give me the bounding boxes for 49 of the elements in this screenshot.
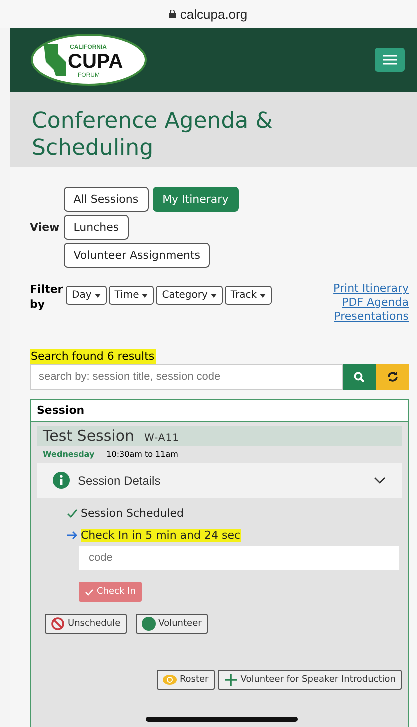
filter-dropdown[interactable]: Track bbox=[224, 286, 272, 305]
view-button[interactable]: My Itinerary bbox=[152, 187, 239, 212]
menu-button[interactable] bbox=[375, 48, 405, 72]
eye-icon bbox=[162, 673, 177, 687]
url-text[interactable]: calcupa.org bbox=[180, 6, 248, 22]
action-button[interactable]: Volunteer bbox=[136, 614, 208, 634]
caret-icon bbox=[142, 294, 148, 298]
check-icon bbox=[85, 588, 94, 596]
search-result-count: Search found 6 results bbox=[30, 349, 156, 364]
check-icon bbox=[67, 509, 78, 518]
code-field[interactable]: code bbox=[79, 546, 399, 570]
caret-icon bbox=[210, 294, 217, 298]
search-icon bbox=[354, 372, 365, 382]
refresh-button[interactable] bbox=[376, 364, 409, 390]
chevron-icon bbox=[374, 476, 386, 484]
action-button[interactable]: Roster bbox=[156, 670, 215, 690]
link[interactable]: PDF Agenda bbox=[342, 296, 409, 309]
caret-icon bbox=[94, 294, 101, 298]
status-text: Session Scheduled bbox=[81, 507, 184, 520]
view-button[interactable]: Volunteer Assignments bbox=[64, 243, 210, 268]
filter-dropdown[interactable]: Category bbox=[156, 286, 223, 305]
filter-label: Filter by bbox=[30, 282, 64, 312]
view-label: View bbox=[30, 221, 60, 234]
refresh-icon bbox=[386, 371, 398, 383]
session-details-toggle[interactable]: Session Details bbox=[37, 463, 402, 498]
view-button[interactable]: Lunches bbox=[64, 215, 130, 240]
check-in-notice: Check In in 5 min and 24 sec bbox=[81, 529, 241, 542]
link[interactable]: Print Itinerary bbox=[334, 282, 409, 295]
column-header: Session bbox=[31, 400, 408, 422]
plus-icon bbox=[224, 673, 238, 687]
page-title: Conference Agenda & Scheduling bbox=[32, 108, 274, 162]
filter-dropdown[interactable]: Day bbox=[66, 286, 107, 305]
filter-dropdown[interactable]: Time bbox=[108, 286, 154, 305]
caret-icon bbox=[260, 294, 266, 298]
session-day: Wednesday bbox=[43, 450, 95, 459]
no-entry-icon bbox=[51, 617, 65, 631]
session-title: Test Session bbox=[43, 427, 135, 445]
link[interactable]: Presentations bbox=[334, 310, 409, 323]
menu-icon bbox=[383, 55, 397, 65]
search-field[interactable]: search by: session title, session code bbox=[30, 364, 343, 390]
session-time: 10:30am to 11am bbox=[106, 450, 178, 459]
action-button[interactable]: Unschedule bbox=[45, 614, 127, 634]
action-button[interactable]: Volunteer for Speaker Introduction bbox=[218, 670, 402, 690]
arrow-icon bbox=[67, 531, 78, 540]
session-code: W-A11 bbox=[144, 433, 180, 444]
search-button[interactable] bbox=[343, 364, 376, 390]
view-button[interactable]: All Sessions bbox=[64, 187, 149, 212]
info-icon bbox=[53, 472, 70, 489]
lock-icon bbox=[169, 10, 176, 18]
